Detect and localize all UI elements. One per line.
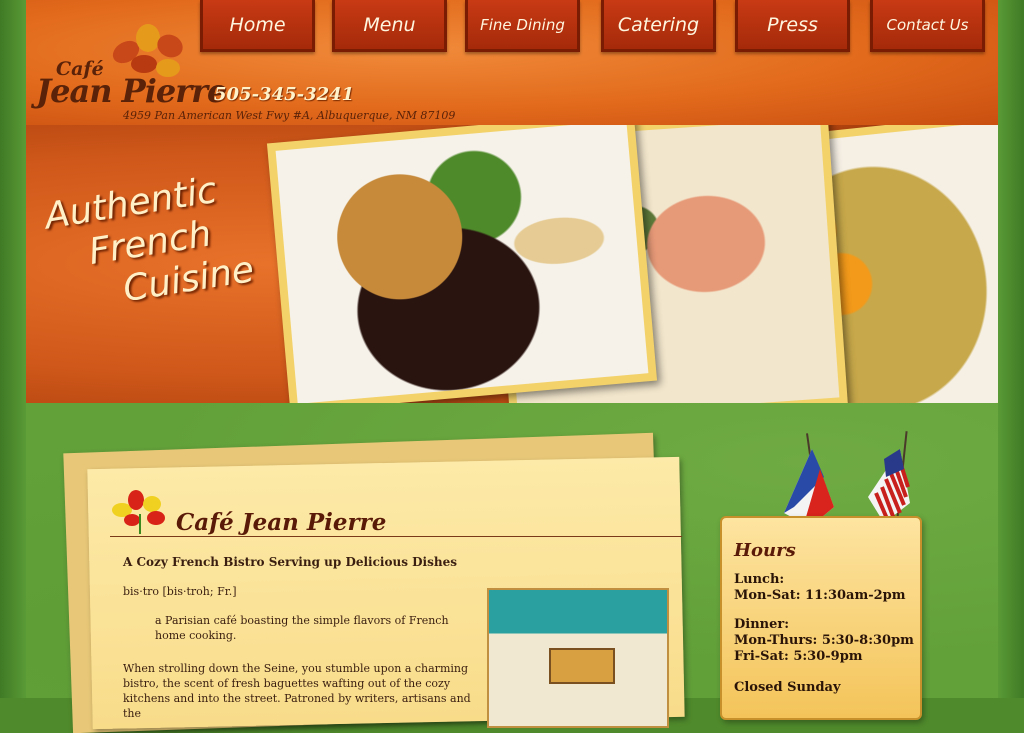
- bistro-definition-body: a Parisian café boasting the simple flav…: [155, 614, 449, 642]
- restaurant-interior-photo: [487, 588, 669, 728]
- site-container: Café Jean Pierre 505-345-3241 4959 Pan A…: [26, 0, 998, 733]
- logo-jean-pierre-text: Jean Pierre: [36, 72, 227, 110]
- hero-banner: Authentic French Cuisine: [26, 125, 998, 403]
- left-green-gutter: [0, 0, 26, 698]
- nav-fine-dining[interactable]: Fine Dining: [465, 0, 580, 52]
- lunch-hours: Mon-Sat: 11:30am-2pm: [734, 588, 906, 603]
- hero-tagline: Authentic French Cuisine: [42, 166, 257, 321]
- address: 4959 Pan American West Fwy #A, Albuquerq…: [123, 109, 456, 122]
- logo[interactable]: Café Jean Pierre: [36, 24, 227, 110]
- right-green-gutter: [998, 0, 1024, 698]
- page-subtitle: A Cozy French Bistro Serving up Deliciou…: [123, 555, 457, 569]
- lunch-label: Lunch:: [734, 572, 785, 587]
- bistro-definition-term: bis·tro [bis·troh; Fr.]: [123, 585, 237, 598]
- flower-icon: [112, 490, 165, 534]
- dinner-hours-weekend: Fri-Sat: 5:30-9pm: [734, 649, 863, 664]
- nav-contact-us[interactable]: Contact Us: [870, 0, 985, 52]
- dinner-hours-weekday: Mon-Thurs: 5:30-8:30pm: [734, 633, 914, 648]
- food-photo-pastry: [266, 125, 658, 403]
- nav-catering[interactable]: Catering: [601, 0, 716, 52]
- page-title: Café Jean Pierre: [176, 509, 387, 536]
- hours-title: Hours: [734, 540, 796, 561]
- content-band: Café Jean Pierre A Cozy French Bistro Se…: [26, 403, 998, 733]
- header: Café Jean Pierre 505-345-3241 4959 Pan A…: [26, 0, 998, 125]
- hours-card: Hours Lunch: Mon-Sat: 11:30am-2pm Dinner…: [720, 516, 922, 720]
- closed-notice: Closed Sunday: [734, 680, 841, 695]
- title-divider: [110, 536, 682, 537]
- wall-painting: [549, 648, 615, 684]
- phone-number[interactable]: 505-345-3241: [214, 84, 354, 105]
- main-content: Café Jean Pierre A Cozy French Bistro Se…: [110, 483, 682, 728]
- american-flag-icon: [868, 449, 910, 523]
- nav-home[interactable]: Home: [200, 0, 315, 52]
- intro-paragraph: When strolling down the Seine, you stumb…: [123, 662, 471, 720]
- nav-press[interactable]: Press: [735, 0, 850, 52]
- nav-menu[interactable]: Menu: [332, 0, 447, 52]
- dinner-label: Dinner:: [734, 617, 790, 632]
